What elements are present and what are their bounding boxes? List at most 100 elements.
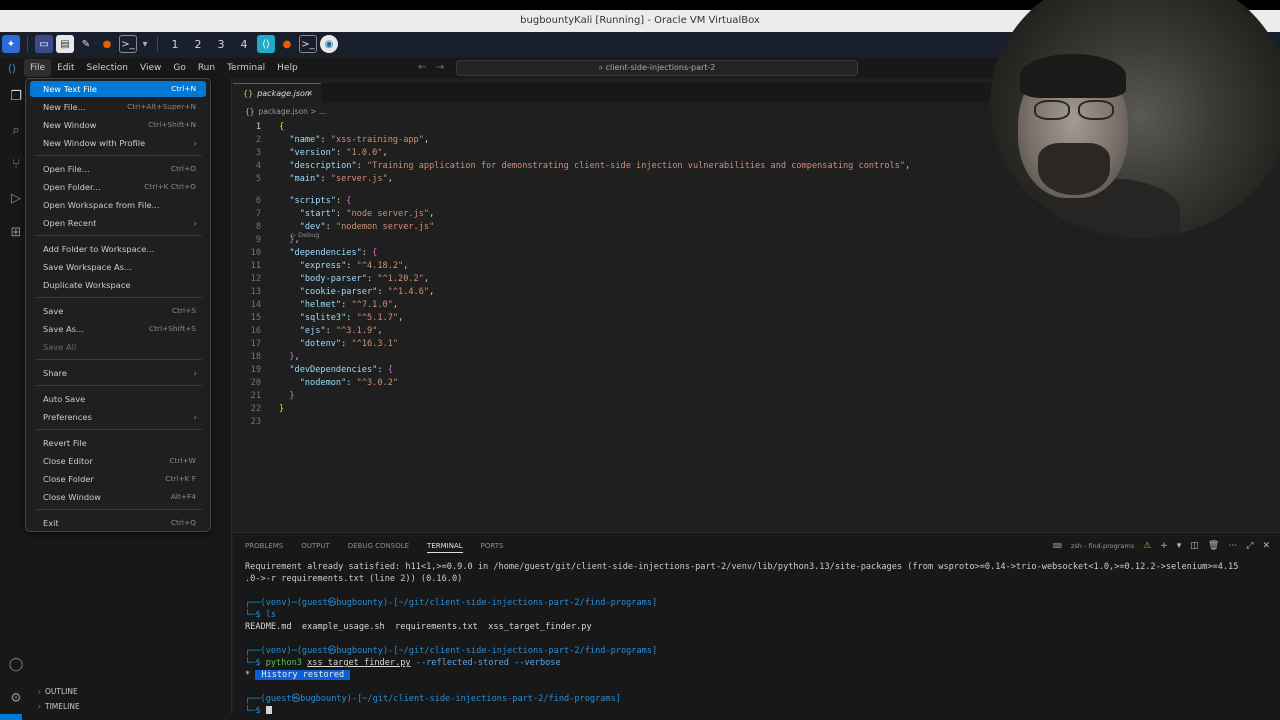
menu-edit[interactable]: Edit (51, 59, 80, 77)
menu-item-open-workspace[interactable]: Open Workspace from File... (30, 197, 206, 213)
terminal-task-icon[interactable]: >_ (299, 35, 317, 53)
webcam-overlay (990, 0, 1280, 238)
source-control-icon[interactable]: ⑂ (7, 156, 25, 174)
code-line: 17 "dotenv": "^16.3.1" (250, 339, 399, 349)
remote-indicator[interactable] (0, 714, 22, 720)
menu-item-save-as[interactable]: Save As... Ctrl+Shift+S (30, 321, 206, 337)
menu-go[interactable]: Go (167, 59, 191, 77)
terminal-line: .0->-r requirements.txt (line 2)) (0.16.… (245, 574, 463, 584)
timeline-label: TIMELINE (45, 702, 80, 711)
run-debug-icon[interactable]: ▷ (7, 190, 25, 208)
text-editor-icon[interactable]: ✎ (77, 35, 95, 53)
chevron-down-icon[interactable]: ▾ (140, 35, 150, 53)
terminal-command: └─$ ls (245, 610, 277, 620)
menu-item-duplicate-workspace[interactable]: Duplicate Workspace (30, 277, 206, 293)
menu-item-new-window-profile[interactable]: New Window with Profile › (30, 135, 206, 151)
tab-output[interactable]: OUTPUT (301, 539, 330, 553)
file-manager-icon[interactable]: ▤ (56, 35, 74, 53)
menu-item-new-text-file[interactable]: New Text File Ctrl+N (30, 81, 206, 97)
more-icon[interactable]: ⋯ (1228, 541, 1237, 551)
chevron-right-icon: › (38, 702, 41, 711)
chevron-right-icon: › (38, 687, 41, 696)
close-panel-icon[interactable]: ✕ (1262, 541, 1270, 551)
chevron-right-icon: › (193, 218, 197, 228)
menu-item-save[interactable]: Save Ctrl+S (30, 303, 206, 319)
chevron-right-icon: › (193, 138, 197, 148)
terminal-icon[interactable]: >_ (119, 35, 137, 53)
settings-gear-icon[interactable]: ⚙ (7, 690, 25, 708)
menu-item-exit[interactable]: Exit Ctrl+Q (30, 515, 206, 531)
kali-menu-icon[interactable]: ✦ (2, 35, 20, 53)
menu-file[interactable]: File (24, 59, 52, 77)
menu-item-new-file[interactable]: New File... Ctrl+Alt+Super+N (30, 99, 206, 115)
firefox-task-icon[interactable]: ● (278, 35, 296, 53)
menu-item-open-folder[interactable]: Open Folder... Ctrl+K Ctrl+O (30, 179, 206, 195)
add-terminal-icon[interactable]: + (1160, 541, 1168, 551)
command-center-search[interactable]: ⌕ client-side-injections-part-2 (456, 60, 858, 76)
menu-item-close-editor[interactable]: Close Editor Ctrl+W (30, 453, 206, 469)
menu-item-add-folder[interactable]: Add Folder to Workspace... (30, 241, 206, 257)
terminal-name[interactable]: zsh - find-programs (1071, 542, 1134, 550)
menu-item-revert-file[interactable]: Revert File (30, 435, 206, 451)
menu-help[interactable]: Help (271, 59, 304, 77)
terminal-command: └─$ python3 xss_target_finder.py --refle… (245, 658, 561, 668)
breadcrumb[interactable]: {} package.json > ... (245, 107, 326, 116)
outline-section[interactable]: › OUTLINE (32, 684, 232, 699)
maximize-panel-icon[interactable]: ⤢ (1246, 541, 1253, 551)
tab-terminal[interactable]: TERMINAL (427, 539, 463, 553)
menu-item-close-folder[interactable]: Close Folder Ctrl+K F (30, 471, 206, 487)
explorer-icon[interactable]: ❐ (7, 88, 25, 106)
code-line: 21 } (250, 391, 295, 401)
chevron-down-icon[interactable]: ▾ (1177, 541, 1182, 551)
code-line: 12 "body-parser": "^1.20.2", (250, 274, 430, 284)
separator (36, 235, 202, 236)
code-line: 13 "cookie-parser": "^1.4.6", (250, 287, 435, 297)
menu-item-auto-save[interactable]: Auto Save (30, 391, 206, 407)
workspace-3[interactable]: 3 (211, 38, 231, 51)
terminal-icon: ⌨ (1052, 542, 1062, 550)
firefox-icon[interactable]: ● (98, 35, 116, 53)
trash-icon[interactable]: 🗑 (1208, 541, 1219, 551)
menu-item-save-workspace-as[interactable]: Save Workspace As... (30, 259, 206, 275)
menu-item-preferences[interactable]: Preferences › (30, 409, 206, 425)
workspace-4[interactable]: 4 (234, 38, 254, 51)
tab-ports[interactable]: PORTS (481, 539, 504, 553)
tab-debug-console[interactable]: DEBUG CONSOLE (348, 539, 409, 553)
menu-view[interactable]: View (134, 59, 167, 77)
panel-actions: ⌨ zsh - find-programs ⚠ + ▾ ◫ 🗑 ⋯ ⤢ ✕ (1053, 539, 1270, 553)
menu-terminal[interactable]: Terminal (221, 59, 271, 77)
workspace-1[interactable]: 1 (165, 38, 185, 51)
search-icon[interactable]: ⌕ (7, 122, 25, 140)
menu-run[interactable]: Run (192, 59, 221, 77)
menu-item-new-window[interactable]: New Window Ctrl+Shift+N (30, 117, 206, 133)
code-line: 19 "devDependencies": { (250, 365, 393, 375)
menu-item-open-recent[interactable]: Open Recent › (30, 215, 206, 231)
terminal-prompt: ┌──(guest㉿bugbounty)-[~/git/client-side-… (245, 694, 621, 704)
code-line: 11 "express": "^4.18.2", (250, 261, 409, 271)
menu-selection[interactable]: Selection (81, 59, 134, 77)
nav-arrows-icon[interactable]: ← → (418, 58, 444, 78)
close-icon[interactable]: ✕ (306, 84, 313, 103)
split-terminal-icon[interactable]: ◫ (1190, 541, 1199, 551)
tab-problems[interactable]: PROBLEMS (245, 539, 283, 553)
menu-item-close-window[interactable]: Close Window Alt+F4 (30, 489, 206, 505)
search-icon: ⌕ (598, 63, 606, 72)
menu-item-share[interactable]: Share › (30, 365, 206, 381)
json-file-icon: {} (243, 89, 254, 98)
terminal-line: README.md example_usage.sh requirements.… (245, 622, 592, 632)
separator (36, 509, 202, 510)
terminal-line: Requirement already satisfied: h11<1,>=0… (245, 562, 1239, 572)
outline-label: OUTLINE (45, 687, 78, 696)
extensions-icon[interactable]: ⊞ (7, 224, 25, 242)
burp-task-icon[interactable]: ◉ (320, 35, 338, 53)
separator (27, 36, 28, 52)
tab-package-json[interactable]: {} package.json ✕ (233, 83, 321, 103)
workspace-2[interactable]: 2 (188, 38, 208, 51)
vscode-task-icon[interactable]: ⟨⟩ (257, 35, 275, 53)
account-icon[interactable]: ◯ (7, 656, 25, 674)
show-desktop-icon[interactable]: ▭ (35, 35, 53, 53)
code-line: 10 "dependencies": { (250, 248, 378, 258)
menu-item-open-file[interactable]: Open File... Ctrl+O (30, 161, 206, 177)
timeline-section[interactable]: › TIMELINE (32, 699, 232, 714)
webcam-person-hair (1020, 54, 1126, 98)
